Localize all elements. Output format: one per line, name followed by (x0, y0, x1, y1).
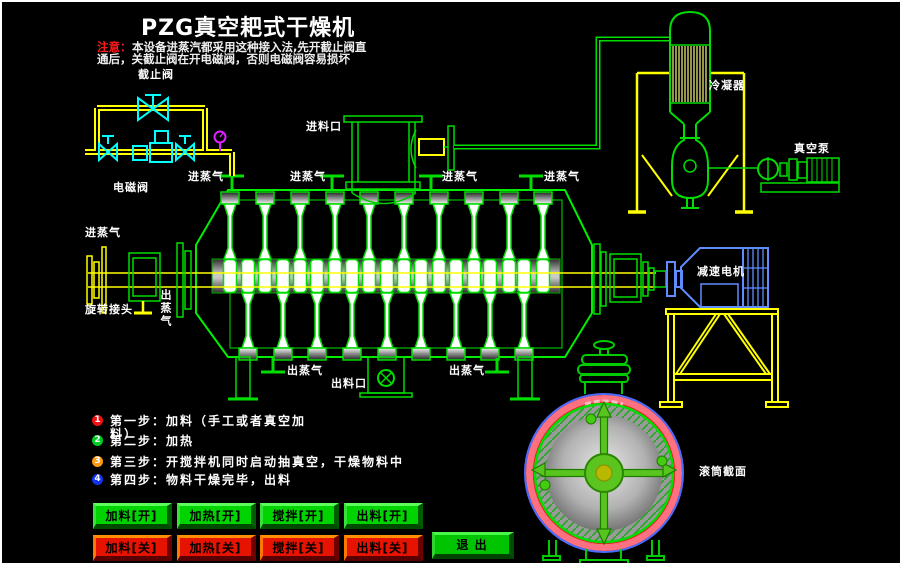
vapor-pipe (454, 39, 671, 147)
label-shutoff-valve: 截止阀 (138, 69, 174, 80)
stir-on-button[interactable]: 搅拌[开] (260, 503, 339, 529)
label-discharge-outlet: 出料口 (331, 378, 367, 389)
step-badge-4: 4 (92, 474, 103, 485)
vacuum-pump (708, 157, 839, 192)
step-badge-1: 1 (92, 415, 103, 426)
discharge-off-button[interactable]: 出料[关] (344, 535, 423, 561)
label-gear-motor: 减速电机 (697, 266, 745, 277)
condenser (670, 12, 710, 136)
section-lid (578, 341, 630, 394)
dryer-drum (88, 176, 656, 399)
inlet-valve-right-icon (176, 136, 194, 160)
discharge-port (360, 357, 412, 397)
feed-off-button[interactable]: 加料[关] (93, 535, 172, 561)
step-item-3: 3 第三步：开搅拌机同时启动抽真空，干燥物料中 (92, 456, 404, 469)
receiver-tank (672, 136, 708, 208)
hmi-screen: PZG真空耙式干燥机 注意： 本设备进蒸汽都采用这种接入法,先开截止阀直 通后，… (0, 0, 907, 571)
label-steam-in: 进蒸气 (85, 227, 121, 238)
notice-line2: 通后，关截止阀在开电磁阀，否则电磁阀容易损坏 (97, 53, 350, 65)
feed-on-button[interactable]: 加料[开] (93, 503, 172, 529)
heat-off-button[interactable]: 加热[关] (177, 535, 256, 561)
condenser-tubes (673, 46, 706, 102)
step-text-4: 第四步：物料干燥完毕，出料 (110, 474, 292, 487)
motor-stand (660, 309, 788, 407)
step-item-4: 4 第四步：物料干燥完毕，出料 (92, 474, 292, 487)
label-steam-out-vertical: 出蒸气 (159, 289, 171, 328)
label-steam-in: 进蒸气 (188, 171, 224, 182)
hmi-canvas: PZG真空耙式干燥机 注意： 本设备进蒸汽都采用这种接入法,先开截止阀直 通后，… (2, 2, 900, 563)
step-text-2: 第二步：加热 (110, 435, 194, 448)
step-badge-2: 2 (92, 435, 103, 446)
label-solenoid-valve: 电磁阀 (113, 182, 149, 193)
label-vacuum-pump: 真空泵 (794, 143, 830, 154)
label-drum-section: 滚筒截面 (699, 466, 747, 477)
step-text-3: 第三步：开搅拌机同时启动抽真空，干燥物料中 (110, 456, 404, 469)
step-item-2: 2 第二步：加热 (92, 435, 194, 448)
label-condenser: 冷凝器 (709, 80, 745, 91)
drive-end-bearing (594, 244, 666, 314)
label-steam-out: 出蒸气 (449, 365, 485, 376)
heat-on-button[interactable]: 加热[开] (177, 503, 256, 529)
label-steam-in: 进蒸气 (544, 171, 580, 182)
discharge-on-button[interactable]: 出料[开] (344, 503, 423, 529)
steam-piping (85, 95, 232, 176)
exit-button[interactable]: 退 出 (432, 532, 514, 559)
stir-off-button[interactable]: 搅拌[关] (260, 535, 339, 561)
page-title: PZG真空耙式干燥机 (141, 10, 355, 42)
label-steam-in: 进蒸气 (290, 171, 326, 182)
drum-cross-section (525, 341, 683, 563)
inlet-valve-left-icon (99, 136, 117, 160)
solenoid-valve-icon (133, 131, 172, 162)
label-rotary-joint: 旋转接头 (85, 304, 133, 315)
pressure-gauge-icon (215, 132, 226, 152)
step-badge-3: 3 (92, 456, 103, 467)
label-steam-out: 出蒸气 (287, 365, 323, 376)
label-feed-inlet: 进料口 (306, 121, 342, 132)
feed-hopper (344, 116, 454, 193)
label-steam-in: 进蒸气 (442, 171, 478, 182)
